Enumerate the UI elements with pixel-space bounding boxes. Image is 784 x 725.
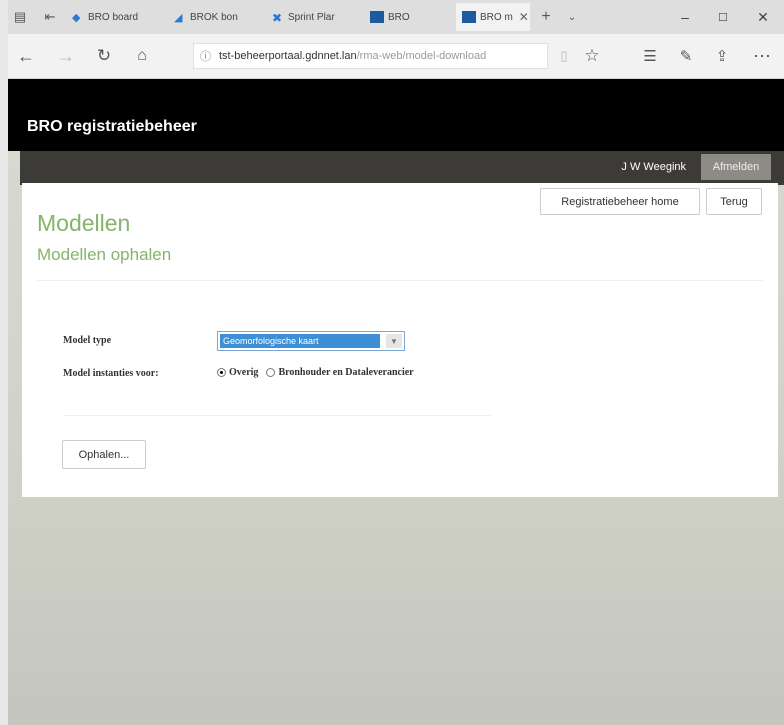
- logout-button[interactable]: Afmelden: [701, 154, 771, 180]
- pen-icon[interactable]: ✎: [672, 42, 700, 70]
- new-tab-icon[interactable]: +: [534, 3, 558, 31]
- address-bar: ← → ↻ ⌂ ⓘ tst-beheerportaal.gdnnet.lan/r…: [8, 34, 784, 79]
- tab-sprint-plan[interactable]: ✖ Sprint Plar: [266, 3, 362, 31]
- instances-radio-group: Overig Bronhouder en Dataleverancier: [217, 367, 414, 378]
- page-title: Modellen: [37, 210, 131, 236]
- url-host: tst-beheerportaal.gdnnet.lan: [219, 50, 357, 62]
- browser-window: ▤ ⇤ ◆ BRO board ◢ BROK bon ✖ Sprint Plar…: [8, 0, 784, 725]
- info-icon[interactable]: ⓘ: [200, 48, 211, 64]
- bro-board-tab-icon: ◆: [72, 12, 81, 24]
- home-icon[interactable]: ⌂: [128, 42, 156, 70]
- page-content: BRO registratiebeheer J W Weegink Afmeld…: [8, 79, 784, 725]
- sprint-tab-icon: ✖: [272, 11, 283, 25]
- close-window-icon[interactable]: ✕: [748, 4, 778, 30]
- tab-bro-board[interactable]: ◆ BRO board: [66, 3, 166, 31]
- model-type-value: Geomorfologische kaart: [220, 334, 380, 348]
- radio-overig[interactable]: [217, 368, 226, 377]
- minimize-icon[interactable]: –: [670, 4, 700, 30]
- refresh-icon[interactable]: ↻: [90, 42, 118, 70]
- username: J W Weegink: [621, 161, 686, 173]
- tab-manager-icon[interactable]: ▤: [8, 3, 32, 31]
- chevron-down-icon[interactable]: ⌄: [560, 3, 584, 31]
- radio-bronhouder-label[interactable]: Bronhouder en Dataleverancier: [278, 367, 413, 378]
- tab-label: BROK bon: [190, 11, 238, 23]
- back-button[interactable]: Terug: [706, 188, 762, 215]
- share-icon[interactable]: ⇪: [708, 42, 736, 70]
- set-aside-tabs-icon[interactable]: ⇤: [38, 3, 62, 31]
- tab-bar: ▤ ⇤ ◆ BRO board ◢ BROK bon ✖ Sprint Plar…: [8, 0, 784, 34]
- star-icon[interactable]: ☆: [578, 42, 606, 70]
- favorites-icon[interactable]: ☰: [636, 42, 664, 70]
- chevron-down-icon[interactable]: ▼: [386, 334, 402, 348]
- back-arrow-icon[interactable]: ←: [12, 42, 40, 70]
- tab-label: Sprint Plar: [288, 11, 335, 23]
- main-panel: Registratiebeheer home Terug Modellen Mo…: [22, 183, 778, 497]
- user-bar: J W Weegink Afmelden: [20, 151, 784, 185]
- divider: [63, 415, 491, 416]
- url-path: /rma-web/model-download: [356, 50, 487, 62]
- model-type-select[interactable]: Geomorfologische kaart ▼: [217, 331, 405, 351]
- reading-view-icon[interactable]: ▯: [550, 42, 578, 70]
- tab-label: BRO: [388, 11, 410, 23]
- tab-bro[interactable]: BRO: [364, 3, 454, 31]
- forward-arrow-icon[interactable]: →: [52, 42, 80, 70]
- brand-title: BRO registratiebeheer: [27, 118, 197, 135]
- ophalen-button[interactable]: Ophalen...: [62, 440, 146, 469]
- maximize-icon[interactable]: ☐: [708, 4, 738, 30]
- tab-bro-active[interactable]: BRO m ✕: [456, 3, 530, 31]
- instances-label: Model instanties voor:: [63, 368, 159, 379]
- site-header: BRO registratiebeheer: [8, 79, 784, 151]
- more-icon[interactable]: ⋯: [748, 42, 776, 70]
- radio-overig-label[interactable]: Overig: [229, 367, 258, 378]
- url-field[interactable]: ⓘ tst-beheerportaal.gdnnet.lan/rma-web/m…: [193, 43, 548, 69]
- divider: [37, 280, 763, 281]
- radio-bronhouder[interactable]: [266, 368, 276, 377]
- tab-brok-bon[interactable]: ◢ BROK bon: [168, 3, 264, 31]
- brok-tab-icon: ◢: [174, 12, 183, 24]
- bro-tab-icon: [462, 11, 476, 23]
- tab-label: BRO m: [480, 11, 513, 23]
- tab-label: BRO board: [88, 11, 139, 23]
- close-tab-icon[interactable]: ✕: [519, 10, 529, 24]
- model-type-label: Model type: [63, 335, 112, 346]
- page-subtitle: Modellen ophalen: [37, 245, 172, 264]
- bro-tab-icon: [370, 11, 384, 23]
- home-button[interactable]: Registratiebeheer home: [540, 188, 700, 215]
